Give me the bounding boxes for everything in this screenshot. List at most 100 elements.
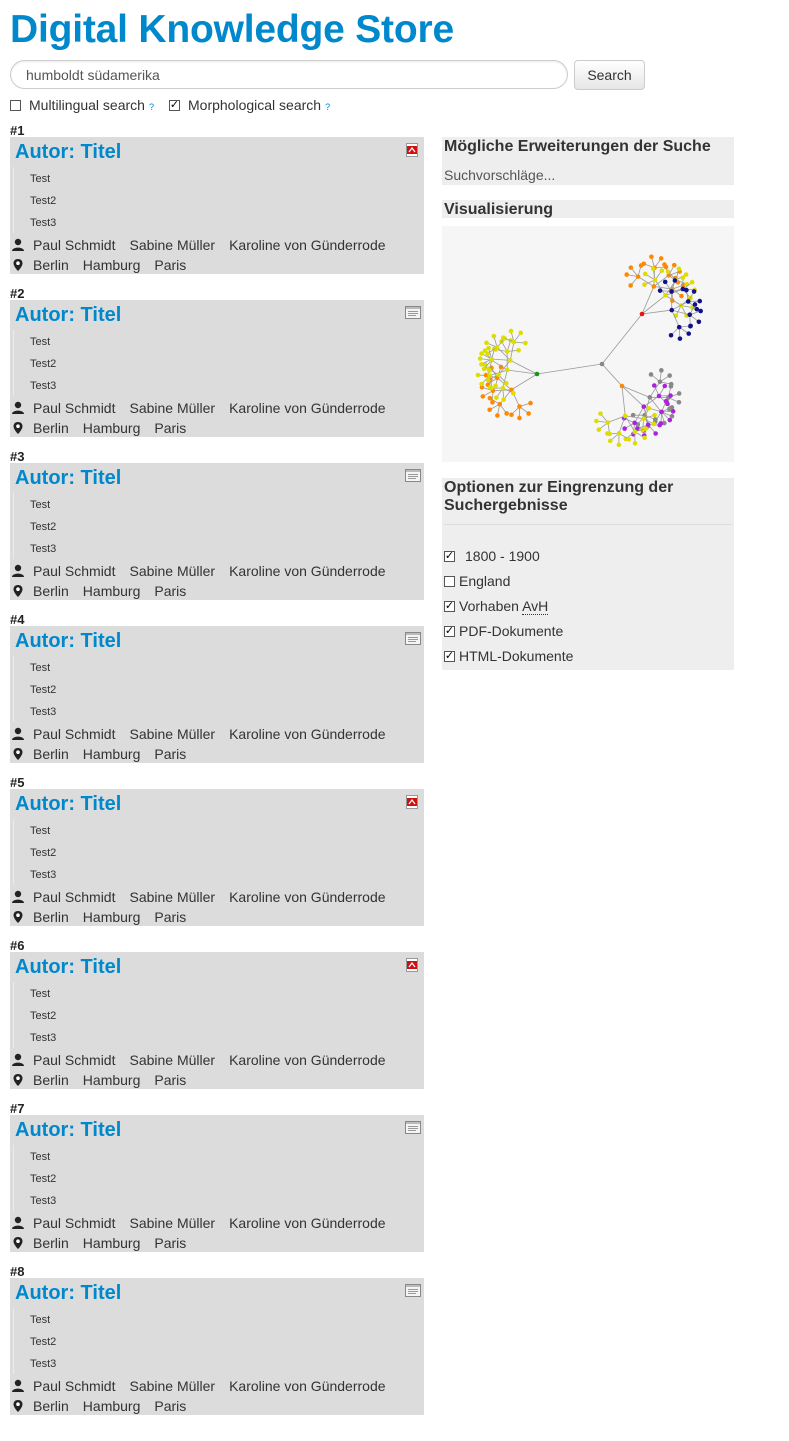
graph-node[interactable] bbox=[659, 368, 664, 373]
graph-node[interactable] bbox=[494, 344, 500, 350]
graph-node[interactable] bbox=[641, 416, 646, 421]
graph-node[interactable] bbox=[508, 328, 514, 334]
place-link[interactable]: Paris bbox=[154, 257, 186, 273]
graph-node[interactable] bbox=[504, 349, 510, 354]
graph-node[interactable] bbox=[511, 339, 517, 345]
graph-node[interactable] bbox=[668, 384, 674, 389]
multilingual-info-link[interactable]: ? bbox=[149, 102, 154, 112]
filter-option[interactable]: ✓ 1800 - 1900 bbox=[444, 548, 540, 564]
author-link[interactable]: Karoline von Günderrode bbox=[229, 889, 385, 905]
graph-node[interactable] bbox=[493, 383, 498, 389]
result-subitem[interactable]: Test3 bbox=[30, 543, 56, 555]
graph-node[interactable] bbox=[697, 298, 703, 304]
place-link[interactable]: Hamburg bbox=[83, 1235, 141, 1251]
graph-node[interactable] bbox=[649, 254, 654, 260]
graph-node[interactable] bbox=[651, 284, 657, 289]
graph-node[interactable] bbox=[487, 368, 492, 373]
filter-checkbox[interactable]: ✓ bbox=[444, 625, 455, 637]
filter-checkbox[interactable]: ✓ bbox=[444, 600, 455, 612]
pdf-file-icon[interactable] bbox=[405, 958, 419, 972]
result-subitem[interactable]: Test3 bbox=[30, 217, 56, 229]
graph-node[interactable] bbox=[477, 356, 483, 361]
place-link[interactable]: Berlin bbox=[33, 1235, 69, 1251]
graph-node[interactable] bbox=[619, 383, 625, 389]
result-title-link[interactable]: Autor: Titel bbox=[15, 1282, 121, 1305]
graph-node[interactable] bbox=[663, 398, 669, 404]
graph-node[interactable] bbox=[598, 411, 603, 416]
filter-checkbox[interactable] bbox=[444, 575, 455, 587]
graph-node[interactable] bbox=[648, 372, 654, 377]
author-link[interactable]: Sabine Müller bbox=[129, 563, 215, 579]
graph-node[interactable] bbox=[663, 293, 668, 298]
author-link[interactable]: Sabine Müller bbox=[129, 1215, 215, 1231]
result-title-link[interactable]: Autor: Titel bbox=[15, 141, 121, 164]
graph-node[interactable] bbox=[497, 401, 503, 407]
place-link[interactable]: Hamburg bbox=[83, 1398, 141, 1414]
author-link[interactable]: Karoline von Günderrode bbox=[229, 1215, 385, 1231]
graph-node[interactable] bbox=[626, 437, 632, 442]
graph-node[interactable] bbox=[670, 409, 676, 414]
graph-node[interactable] bbox=[669, 307, 675, 313]
author-link[interactable]: Sabine Müller bbox=[129, 1052, 215, 1068]
graph-node[interactable] bbox=[504, 380, 509, 386]
graph-node[interactable] bbox=[624, 272, 630, 277]
graph-node[interactable] bbox=[479, 381, 484, 387]
author-link[interactable]: Karoline von Günderrode bbox=[229, 726, 385, 742]
graph-node[interactable] bbox=[672, 278, 678, 283]
place-link[interactable]: Berlin bbox=[33, 909, 69, 925]
graph-node[interactable] bbox=[668, 332, 674, 338]
graph-node[interactable] bbox=[658, 256, 664, 261]
graph-node[interactable] bbox=[657, 288, 663, 293]
result-subitem[interactable]: Test3 bbox=[30, 1032, 56, 1044]
graph-node[interactable] bbox=[662, 262, 667, 267]
graph-node[interactable] bbox=[517, 404, 522, 409]
graph-node[interactable] bbox=[662, 383, 668, 389]
graph-node[interactable] bbox=[642, 282, 647, 287]
result-title-link[interactable]: Autor: Titel bbox=[15, 956, 121, 979]
graph-node[interactable] bbox=[501, 335, 506, 340]
author-link[interactable]: Sabine Müller bbox=[129, 726, 215, 742]
graph-node[interactable] bbox=[653, 431, 658, 436]
visualization-graph[interactable] bbox=[442, 226, 734, 462]
filter-checkbox[interactable]: ✓ bbox=[444, 550, 455, 562]
graph-node[interactable] bbox=[676, 324, 682, 330]
graph-node[interactable] bbox=[481, 366, 487, 372]
place-link[interactable]: Hamburg bbox=[83, 257, 141, 273]
place-link[interactable]: Berlin bbox=[33, 420, 69, 436]
place-link[interactable]: Hamburg bbox=[83, 1072, 141, 1088]
result-title-link[interactable]: Autor: Titel bbox=[15, 793, 121, 816]
result-subitem[interactable]: Test bbox=[30, 662, 50, 674]
place-link[interactable]: Berlin bbox=[33, 257, 69, 273]
graph-node[interactable] bbox=[622, 413, 628, 419]
graph-node[interactable] bbox=[616, 431, 622, 436]
network-graph[interactable] bbox=[442, 226, 734, 462]
html-file-icon[interactable] bbox=[405, 632, 421, 646]
graph-node[interactable] bbox=[516, 348, 521, 353]
graph-node[interactable] bbox=[605, 420, 611, 425]
author-link[interactable]: Sabine Müller bbox=[129, 889, 215, 905]
graph-node[interactable] bbox=[496, 372, 501, 378]
graph-node[interactable] bbox=[657, 379, 663, 385]
search-button[interactable]: Search bbox=[574, 60, 645, 90]
graph-node[interactable] bbox=[490, 400, 495, 405]
graph-node[interactable] bbox=[652, 412, 657, 418]
result-subitem[interactable]: Test bbox=[30, 988, 50, 1000]
graph-node[interactable] bbox=[643, 426, 649, 431]
place-link[interactable]: Hamburg bbox=[83, 420, 141, 436]
graph-node[interactable] bbox=[510, 390, 516, 396]
graph-node[interactable] bbox=[684, 287, 689, 293]
morphological-info-link[interactable]: ? bbox=[325, 102, 330, 112]
graph-node[interactable] bbox=[646, 406, 652, 411]
graph-node[interactable] bbox=[495, 413, 500, 418]
author-link[interactable]: Paul Schmidt bbox=[33, 563, 115, 579]
graph-node[interactable] bbox=[662, 279, 668, 285]
graph-node[interactable] bbox=[650, 266, 656, 271]
graph-node[interactable] bbox=[671, 262, 677, 268]
graph-node[interactable] bbox=[689, 279, 695, 285]
suggestions-placeholder[interactable]: Suchvorschläge... bbox=[444, 167, 555, 183]
place-link[interactable]: Hamburg bbox=[83, 909, 141, 925]
result-title-link[interactable]: Autor: Titel bbox=[15, 304, 121, 327]
filter-option[interactable]: ✓ Vorhaben AvH bbox=[444, 598, 549, 615]
graph-node[interactable] bbox=[475, 372, 481, 378]
graph-node[interactable] bbox=[528, 400, 533, 406]
